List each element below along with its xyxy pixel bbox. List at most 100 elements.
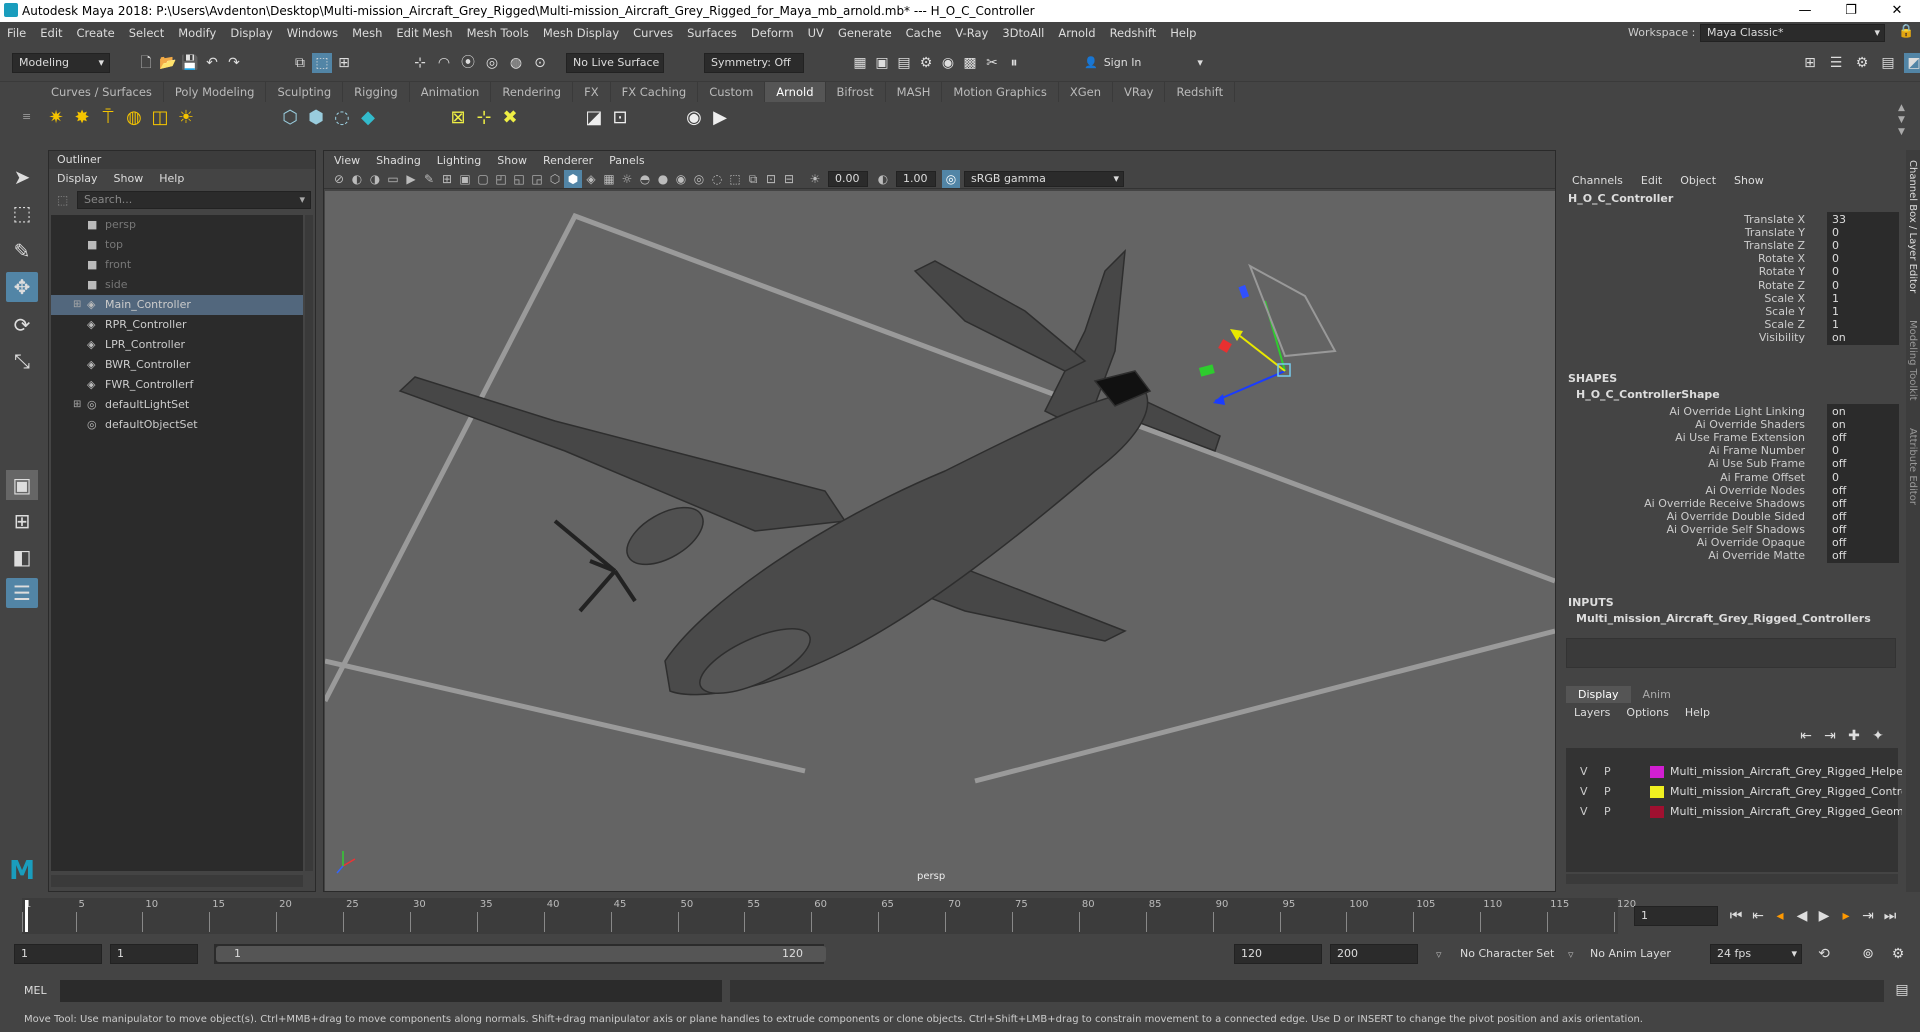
- outliner-hscrollbar[interactable]: [51, 875, 303, 887]
- pause-icon[interactable]: ⏸: [1004, 53, 1024, 73]
- layer-menu-options[interactable]: Options: [1626, 706, 1668, 719]
- smooth-shade-icon[interactable]: ⬢: [564, 169, 582, 188]
- channel-label[interactable]: Visibility: [1759, 330, 1805, 346]
- outliner-item[interactable]: ■ top: [51, 235, 303, 255]
- anti-aliasing-icon[interactable]: ◎: [690, 170, 708, 188]
- modeling-toolkit-icon[interactable]: ⊞: [1800, 53, 1820, 73]
- outliner-item[interactable]: ■ front: [51, 255, 303, 275]
- menu-arnold[interactable]: Arnold: [1051, 26, 1102, 40]
- playback-start-field[interactable]: 1: [110, 944, 198, 964]
- snap-surface-icon[interactable]: ◍: [506, 53, 526, 73]
- workspace-select[interactable]: Maya Classic* ▾: [1700, 24, 1885, 42]
- wireframe-on-shaded-icon[interactable]: ◈: [582, 170, 600, 188]
- menu-create[interactable]: Create: [70, 26, 122, 40]
- layer-visibility-toggle[interactable]: V: [1580, 782, 1588, 802]
- outliner-item[interactable]: ◎ defaultObjectSet: [51, 415, 303, 435]
- new-scene-icon[interactable]: 🗋: [136, 53, 156, 73]
- menu-uv[interactable]: UV: [801, 26, 831, 40]
- outliner-vscrollbar[interactable]: [305, 215, 313, 871]
- undo-icon[interactable]: ↶: [202, 53, 222, 73]
- attribute-editor-side-tab[interactable]: Attribute Editor: [1907, 428, 1918, 505]
- fps-select[interactable]: 24 fps ▾: [1710, 944, 1802, 964]
- shelf-menu-icon[interactable]: ≡: [22, 110, 31, 123]
- tx-manager-icon[interactable]: ◪: [584, 108, 604, 128]
- menu-redshift[interactable]: Redshift: [1103, 26, 1164, 40]
- resolution-gate-icon[interactable]: ▢: [474, 170, 492, 188]
- menu-help[interactable]: Help: [1163, 26, 1203, 40]
- shelf-tab-arnold[interactable]: Arnold: [765, 82, 826, 102]
- outliner-search-input[interactable]: Search... ▾: [77, 191, 311, 209]
- symmetry-select[interactable]: Symmetry: Off: [704, 53, 804, 73]
- anim-prefs-icon[interactable]: ⚙: [1888, 944, 1908, 964]
- select-hierarchy-icon[interactable]: ⧉: [290, 53, 310, 73]
- gamma-field[interactable]: 1.00: [896, 170, 936, 187]
- depth-of-field-icon[interactable]: ◌: [708, 170, 726, 188]
- shelf-tab-rigging[interactable]: Rigging: [343, 82, 410, 102]
- channel-menu-object[interactable]: Object: [1680, 174, 1716, 187]
- light-manager-icon[interactable]: ⊡: [610, 108, 630, 128]
- isolate-select-icon[interactable]: ⬚: [726, 170, 744, 188]
- move-layer-down-icon[interactable]: ⇥: [1820, 726, 1840, 746]
- viewport-menu-shading[interactable]: Shading: [376, 154, 421, 167]
- new-layer-selected-icon[interactable]: ✦: [1868, 726, 1888, 746]
- layer-name[interactable]: Multi_mission_Aircraft_Grey_Rigged_Contr…: [1670, 782, 1902, 802]
- motion-blur-icon[interactable]: ◉: [672, 170, 690, 188]
- layer-color-swatch[interactable]: [1650, 806, 1664, 818]
- shelf-tab-curves-surfaces[interactable]: Curves / Surfaces: [40, 82, 164, 102]
- render-settings-icon[interactable]: ⚙: [916, 53, 936, 73]
- live-surface-field[interactable]: No Live Surface: [566, 53, 664, 73]
- select-component-icon[interactable]: ⊞: [334, 53, 354, 73]
- textured-icon[interactable]: ▦: [600, 170, 618, 188]
- shelf-tab-sculpting[interactable]: Sculpting: [266, 82, 344, 102]
- go-to-start-icon[interactable]: ⏮: [1726, 906, 1746, 926]
- snap-grid-icon[interactable]: ⊹: [410, 53, 430, 73]
- layer-playback-toggle[interactable]: P: [1604, 782, 1611, 802]
- exposure-icon[interactable]: ☀: [806, 170, 824, 188]
- outliner-layout-icon[interactable]: ☰: [6, 578, 38, 608]
- viewport-menu-show[interactable]: Show: [497, 154, 527, 167]
- new-layer-icon[interactable]: ✚: [1844, 726, 1864, 746]
- flush-textures-icon[interactable]: ⊹: [474, 108, 494, 128]
- image-plane-icon[interactable]: ▭: [384, 170, 402, 188]
- attribute-editor-icon[interactable]: ☰: [1826, 53, 1846, 73]
- arnold-ipr-icon[interactable]: ✂: [982, 53, 1002, 73]
- auto-key-icon[interactable]: ⊚: [1858, 944, 1878, 964]
- play-forward-icon[interactable]: ▶: [1814, 906, 1834, 926]
- channel-value-field[interactable]: on: [1827, 329, 1899, 345]
- step-back-frame-icon[interactable]: ◂: [1770, 906, 1790, 926]
- menu-surfaces[interactable]: Surfaces: [680, 26, 744, 40]
- shelf-tab-rendering[interactable]: Rendering: [491, 82, 574, 102]
- grid-icon[interactable]: ⊞: [438, 170, 456, 188]
- move-layer-up-icon[interactable]: ⇤: [1796, 726, 1816, 746]
- channel-row[interactable]: Ai Override Matte off: [1560, 548, 1905, 564]
- layer-editor-icon[interactable]: ◩: [1904, 53, 1920, 73]
- menu-mesh-tools[interactable]: Mesh Tools: [460, 26, 536, 40]
- channel-menu-channels[interactable]: Channels: [1572, 174, 1623, 187]
- range-slider[interactable]: 1 120: [214, 944, 826, 964]
- animation-end-field[interactable]: 200: [1330, 944, 1418, 964]
- layer-color-swatch[interactable]: [1650, 766, 1664, 778]
- flush-all-icon[interactable]: ✖: [500, 108, 520, 128]
- outliner-item[interactable]: ◈ BWR_Controller: [51, 355, 303, 375]
- step-back-key-icon[interactable]: ⇤: [1748, 906, 1768, 926]
- outliner-item[interactable]: ■ persp: [51, 215, 303, 235]
- paint-select-icon[interactable]: ✎: [6, 236, 38, 266]
- step-forward-key-icon[interactable]: ⇥: [1858, 906, 1878, 926]
- channel-value-field[interactable]: off: [1827, 548, 1899, 564]
- ambient-occlusion-icon[interactable]: ●: [654, 170, 672, 188]
- rotate-tool-icon[interactable]: ⟳: [6, 310, 38, 340]
- go-to-end-icon[interactable]: ⏭: [1880, 906, 1900, 926]
- single-perspective-layout-icon[interactable]: ▣: [6, 470, 38, 500]
- layer-row[interactable]: V P Multi_mission_Aircraft_Grey_Rigged_Hel…: [1570, 762, 1902, 782]
- area-light-icon[interactable]: ✷: [46, 108, 66, 128]
- layer-playback-toggle[interactable]: P: [1604, 762, 1611, 782]
- arnold-render-icon[interactable]: ▩: [960, 53, 980, 73]
- menu-cache[interactable]: Cache: [899, 26, 949, 40]
- two-d-pan-icon[interactable]: ▶: [402, 170, 420, 188]
- shelf-tab-fx-caching[interactable]: FX Caching: [611, 82, 699, 102]
- input-node-name[interactable]: Multi_mission_Aircraft_Grey_Rigged_Contr…: [1576, 612, 1871, 625]
- snap-pivot-icon[interactable]: ⊙: [530, 53, 550, 73]
- render-view-icon[interactable]: ▦: [850, 53, 870, 73]
- anim-layer-icon[interactable]: ▿: [1568, 948, 1574, 961]
- snap-view-icon[interactable]: ◎: [482, 53, 502, 73]
